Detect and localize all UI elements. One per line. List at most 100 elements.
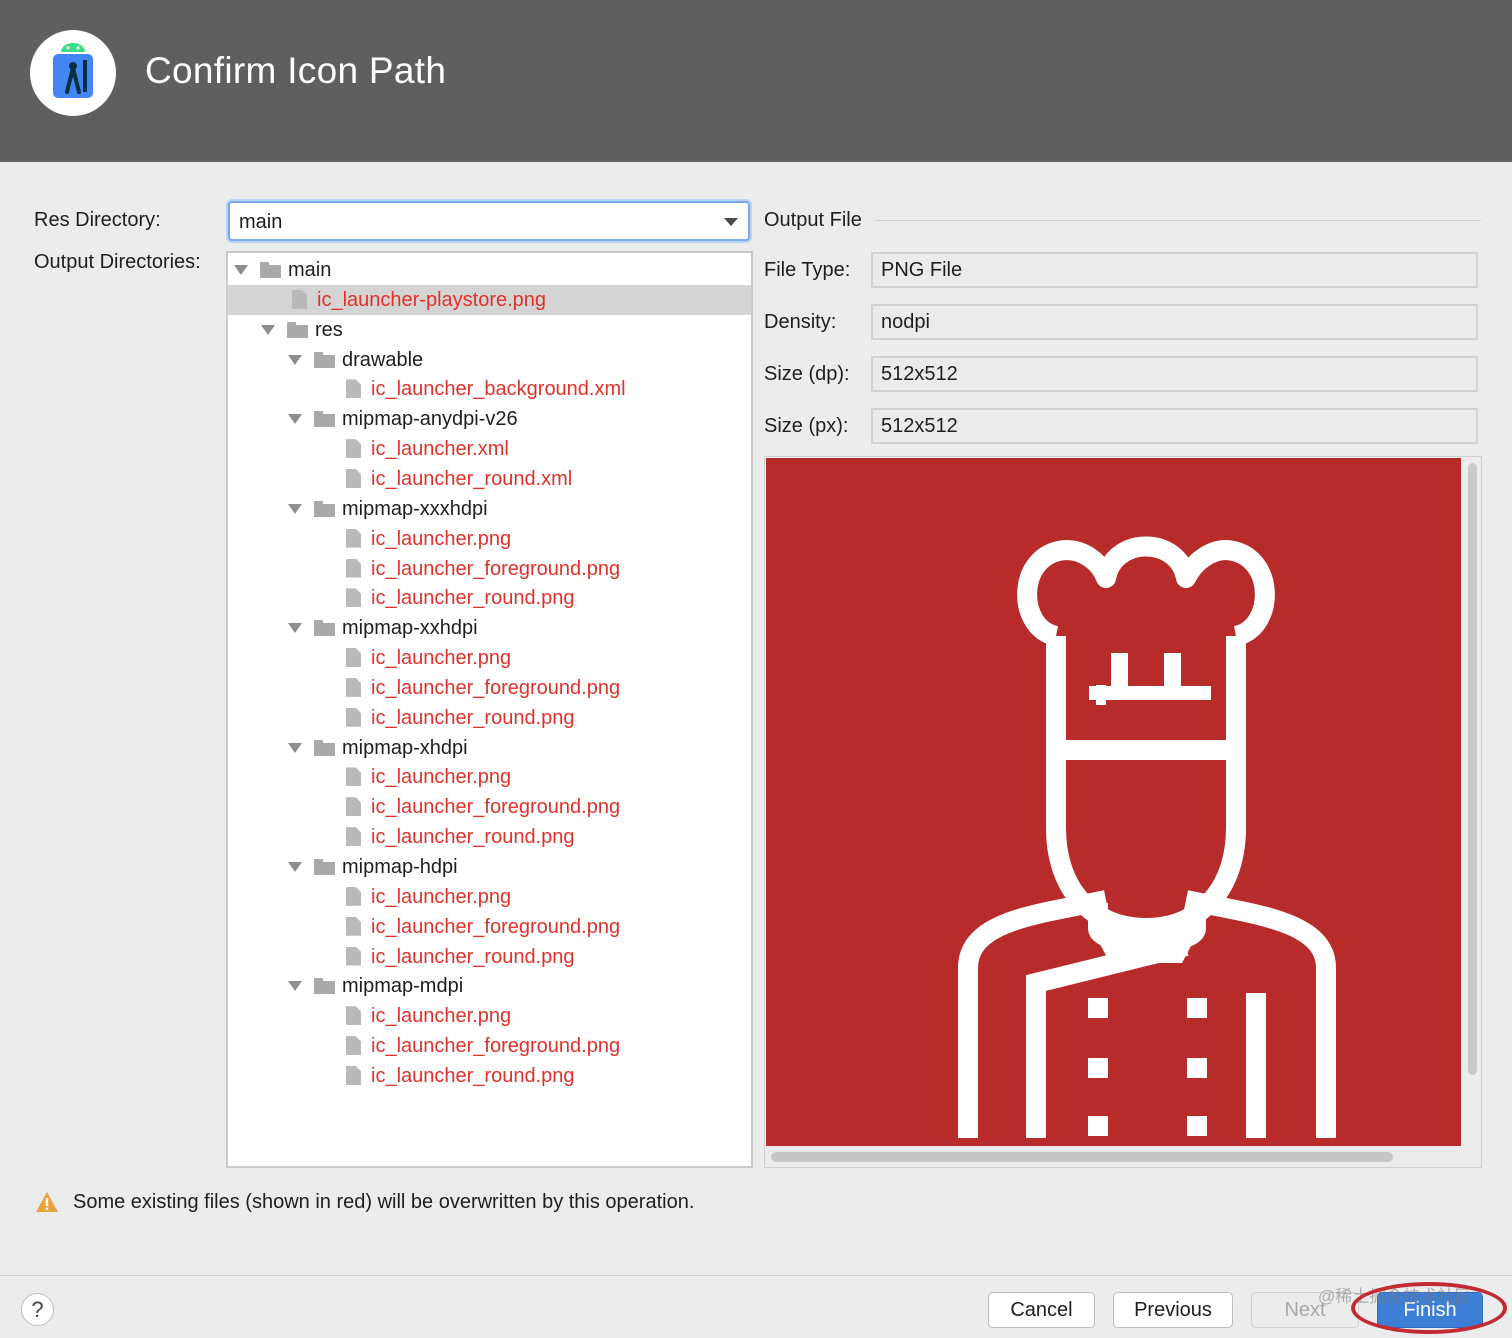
folder-icon xyxy=(314,978,335,995)
file-icon xyxy=(346,528,361,548)
tree-file-row[interactable]: ic_launcher_foreground.png xyxy=(228,1031,751,1061)
file-icon xyxy=(292,289,307,309)
output-directories-label: Output Directories: xyxy=(34,251,201,273)
section-divider xyxy=(875,220,1481,221)
previous-button[interactable]: Previous xyxy=(1113,1292,1233,1328)
tree-item-label: ic_launcher_round.png xyxy=(371,826,575,849)
tree-item-label: ic_launcher-playstore.png xyxy=(317,288,547,311)
tree-item-label: mipmap-xhdpi xyxy=(342,736,468,759)
tree-item-label: ic_launcher_foreground.png xyxy=(371,676,621,699)
tree-folder-row[interactable]: main xyxy=(228,255,751,285)
tree-file-row[interactable]: ic_launcher-playstore.png xyxy=(228,284,751,315)
expand-arrow-icon[interactable] xyxy=(288,503,302,514)
tree-item-label: ic_launcher.png xyxy=(371,527,512,550)
file-icon xyxy=(346,677,361,697)
file-type-label: File Type: xyxy=(764,259,851,281)
tree-file-row[interactable]: ic_launcher_foreground.png xyxy=(228,554,751,584)
tree-folder-row[interactable]: mipmap-mdpi xyxy=(228,971,751,1001)
tree-folder-row[interactable]: res xyxy=(228,315,751,345)
tree-file-row[interactable]: ic_launcher_foreground.png xyxy=(228,912,751,942)
file-icon xyxy=(346,827,361,847)
icon-preview-image xyxy=(766,458,1461,1146)
tree-file-row[interactable]: ic_launcher_background.xml xyxy=(228,374,751,404)
tree-item-label: mipmap-mdpi xyxy=(342,975,464,998)
tree-item-label: ic_launcher_round.xml xyxy=(371,467,573,490)
tree-file-row[interactable]: ic_launcher.png xyxy=(228,524,751,554)
tree-item-label: main xyxy=(288,259,332,281)
tree-file-row[interactable]: ic_launcher.xml xyxy=(228,434,751,464)
folder-icon xyxy=(314,620,335,637)
file-icon xyxy=(346,916,361,936)
android-studio-icon xyxy=(30,30,116,116)
file-icon xyxy=(346,767,361,787)
expand-arrow-icon[interactable] xyxy=(261,324,275,335)
finish-button[interactable]: Finish xyxy=(1377,1292,1483,1328)
dialog-title: Confirm Icon Path xyxy=(145,50,447,91)
output-file-heading: Output File xyxy=(764,209,862,231)
tree-item-label: mipmap-anydpi-v26 xyxy=(342,408,518,431)
expand-arrow-icon[interactable] xyxy=(288,981,302,992)
expand-arrow-icon[interactable] xyxy=(288,414,302,425)
tree-folder-row[interactable]: mipmap-xhdpi xyxy=(228,733,751,763)
file-icon xyxy=(346,648,361,668)
preview-horizontal-scrollbar[interactable] xyxy=(771,1152,1393,1162)
preview-vertical-scrollbar[interactable] xyxy=(1468,463,1477,1075)
size-px-label: Size (px): xyxy=(764,415,849,437)
folder-icon xyxy=(314,500,335,517)
res-directory-dropdown[interactable]: main xyxy=(228,201,750,241)
tree-file-row[interactable]: ic_launcher_round.png xyxy=(228,583,751,613)
tree-item-label: mipmap-hdpi xyxy=(342,856,458,878)
next-button[interactable]: Next xyxy=(1251,1292,1359,1328)
icon-preview-pane[interactable] xyxy=(764,456,1482,1168)
tree-file-row[interactable]: ic_launcher.png xyxy=(228,1001,751,1031)
tree-file-row[interactable]: ic_launcher_round.png xyxy=(228,822,751,852)
file-icon xyxy=(346,1006,361,1026)
file-icon xyxy=(346,886,361,906)
tree-file-row[interactable]: ic_launcher_round.xml xyxy=(228,464,751,494)
folder-icon xyxy=(314,859,335,875)
overwrite-warning-text: Some existing files (shown in red) will … xyxy=(73,1191,695,1213)
tree-item-label: ic_launcher.xml xyxy=(371,438,509,461)
folder-icon xyxy=(314,739,335,756)
expand-arrow-icon[interactable] xyxy=(288,862,302,872)
tree-folder-row[interactable]: drawable xyxy=(228,345,751,375)
tree-folder-row[interactable]: mipmap-xxxhdpi xyxy=(228,494,751,524)
expand-arrow-icon[interactable] xyxy=(234,265,248,275)
tree-item-label: ic_launcher.png xyxy=(371,885,512,908)
file-icon xyxy=(346,707,361,727)
warning-icon xyxy=(36,1192,58,1212)
tree-item-label: ic_launcher_round.png xyxy=(371,587,575,610)
tree-file-row[interactable]: ic_launcher_round.png xyxy=(228,942,751,972)
tree-item-label: ic_launcher.png xyxy=(371,647,512,670)
cancel-button[interactable]: Cancel xyxy=(988,1292,1095,1328)
size-dp-label: Size (dp): xyxy=(764,363,850,385)
density-value: nodpi xyxy=(881,311,930,333)
footer-divider xyxy=(0,1275,1512,1276)
tree-file-row[interactable]: ic_launcher_round.png xyxy=(228,703,751,733)
help-button[interactable]: ? xyxy=(21,1293,54,1326)
file-icon xyxy=(346,1065,361,1085)
density-label: Density: xyxy=(764,311,837,333)
expand-arrow-icon[interactable] xyxy=(288,354,302,365)
tree-file-row[interactable]: ic_launcher_foreground.png xyxy=(228,673,751,703)
tree-folder-row[interactable]: mipmap-hdpi xyxy=(228,852,751,882)
file-icon xyxy=(346,946,361,966)
tree-folder-row[interactable]: mipmap-xxhdpi xyxy=(228,613,751,643)
file-icon xyxy=(346,468,361,488)
tree-item-label: ic_launcher.png xyxy=(371,766,512,789)
tree-file-row[interactable]: ic_launcher.png xyxy=(228,762,751,792)
size-px-field: 512x512 xyxy=(871,408,1478,444)
tree-file-row[interactable]: ic_launcher_round.png xyxy=(228,1061,751,1091)
expand-arrow-icon[interactable] xyxy=(288,623,302,634)
folder-icon xyxy=(260,262,281,278)
tree-item-label: ic_launcher_round.png xyxy=(371,945,575,968)
expand-arrow-icon[interactable] xyxy=(288,742,302,753)
tree-file-row[interactable]: ic_launcher_foreground.png xyxy=(228,792,751,822)
tree-file-row[interactable]: ic_launcher.png xyxy=(228,882,751,912)
file-type-value: PNG File xyxy=(881,259,963,281)
file-icon xyxy=(346,379,361,399)
tree-file-row[interactable]: ic_launcher.png xyxy=(228,643,751,673)
tree-item-label: mipmap-xxxhdpi xyxy=(342,497,488,520)
tree-folder-row[interactable]: mipmap-anydpi-v26 xyxy=(228,404,751,434)
output-directories-tree[interactable]: main ic_launcher-playstore.pngres drawable… xyxy=(226,251,753,1168)
